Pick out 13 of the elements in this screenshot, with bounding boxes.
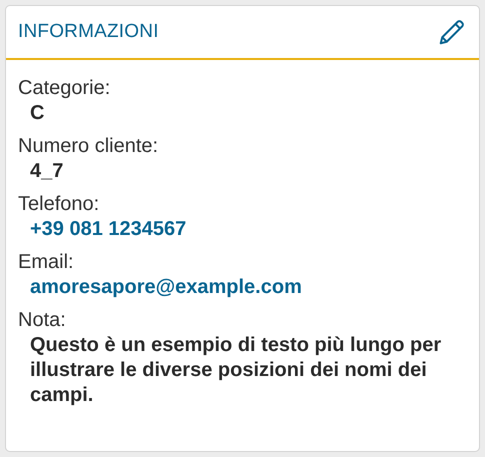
card-title: INFORMAZIONI <box>18 21 159 43</box>
field-label: Categorie: <box>18 76 112 101</box>
field-label: Telefono: <box>18 192 100 217</box>
field-value: 4_7 <box>29 159 64 184</box>
field-label: Numero cliente: <box>18 134 160 159</box>
edit-button[interactable] <box>437 17 467 47</box>
contact-link[interactable]: +39 081 1234567 <box>30 217 186 242</box>
field-label: Email: <box>18 250 75 275</box>
field-value: Questo è un esempio di testo più lungo per illustrare le diverse posizioni dei nomi dei campi. <box>29 333 442 408</box>
contact-link[interactable]: amoresapore@example.com <box>30 275 302 300</box>
field-label: Nota: <box>18 308 67 333</box>
field-value: C <box>29 101 46 126</box>
pencil-icon <box>437 17 467 47</box>
